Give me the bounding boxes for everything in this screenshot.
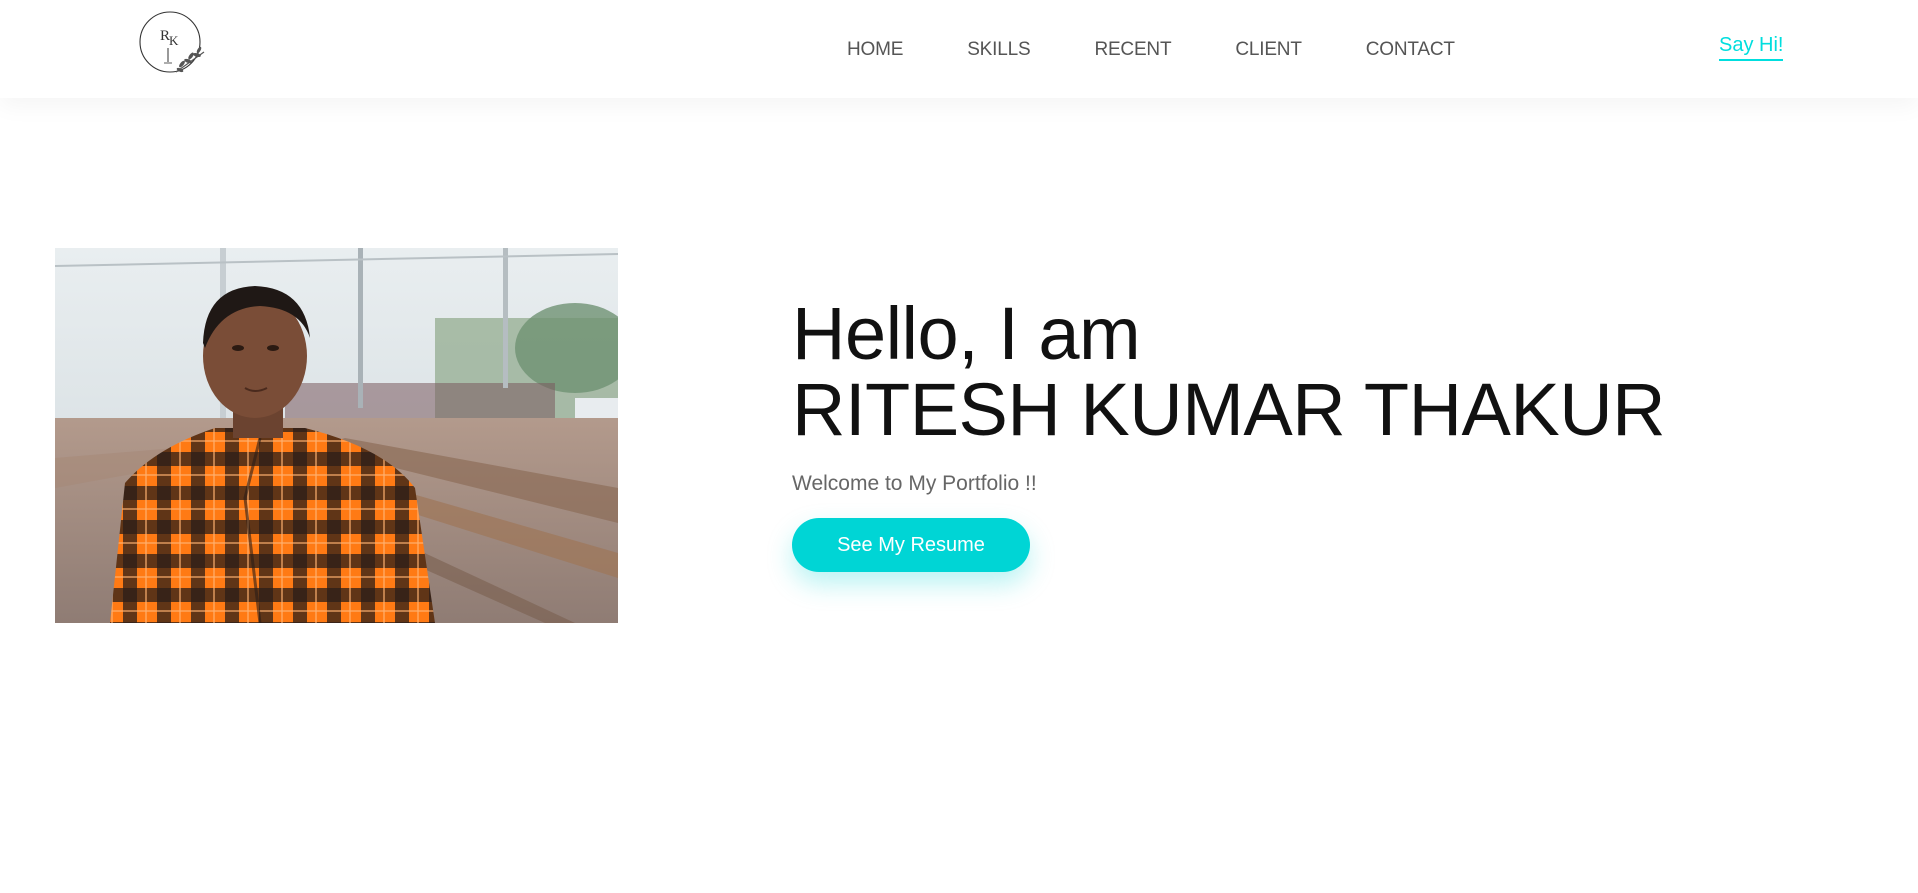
hero-tagline: Welcome to My Portfolio !! bbox=[792, 472, 1037, 495]
main-nav: HOME SKILLS RECENT CLIENT CONTACT bbox=[847, 38, 1455, 62]
hero-text: Hello, I am RITESH KUMAR THAKUR Welcome … bbox=[792, 296, 1692, 496]
top-navbar: R K HOME SKILLS RECENT CLIENT CONTACT Sa… bbox=[0, 0, 1918, 98]
hero-greeting: Hello, I am bbox=[792, 292, 1141, 375]
rk-logo-icon[interactable]: R K bbox=[138, 10, 210, 80]
nav-link-home[interactable]: HOME bbox=[847, 39, 903, 61]
nav-link-skills[interactable]: SKILLS bbox=[967, 39, 1030, 61]
portrait-photo-icon bbox=[55, 248, 618, 623]
nav-link-contact[interactable]: CONTACT bbox=[1366, 39, 1455, 61]
hero-name: RITESH KUMAR THAKUR bbox=[792, 368, 1666, 451]
say-hi-link[interactable]: Say Hi! bbox=[1719, 34, 1784, 61]
svg-text:K: K bbox=[169, 33, 179, 48]
see-resume-button[interactable]: See My Resume bbox=[792, 518, 1030, 572]
nav-link-client[interactable]: CLIENT bbox=[1235, 39, 1302, 61]
nav-link-recent[interactable]: RECENT bbox=[1094, 39, 1171, 61]
